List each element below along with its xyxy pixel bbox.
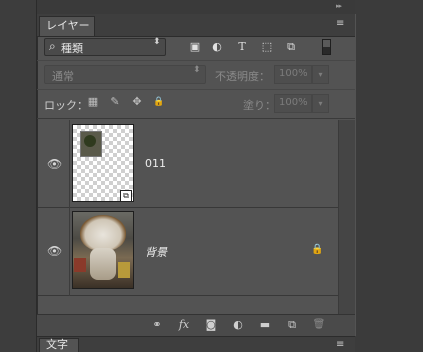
smart-object-badge-icon: ⧉ bbox=[120, 190, 132, 202]
shape-filter-icon[interactable]: ⬚ bbox=[260, 40, 274, 54]
thumbnail-content bbox=[74, 258, 86, 272]
character-panel-tab-bar bbox=[37, 336, 355, 352]
lock-transparent-pixels-icon[interactable]: ▦ bbox=[86, 95, 100, 109]
thumbnail-content bbox=[84, 135, 96, 147]
adjustment-layer-icon[interactable]: ◐ bbox=[231, 318, 245, 332]
lock-all-icon[interactable]: 🔒 bbox=[152, 95, 166, 109]
left-gutter bbox=[0, 0, 36, 352]
layer-style-icon[interactable]: fx bbox=[177, 318, 191, 332]
select-arrows-icon: ⬍ bbox=[153, 37, 161, 47]
type-filter-icon[interactable]: T bbox=[235, 40, 249, 54]
eye-icon[interactable]: 👁 bbox=[47, 158, 62, 170]
collapse-panels-icon[interactable]: ▸▸ bbox=[336, 2, 350, 10]
thumbnail-content bbox=[80, 215, 126, 251]
filter-toggle-knob bbox=[323, 40, 330, 47]
adjustment-filter-icon[interactable]: ◐ bbox=[210, 40, 224, 54]
fill-label: 塗り： bbox=[243, 99, 276, 112]
eye-icon[interactable]: 👁 bbox=[47, 245, 62, 257]
fill-dropdown-button[interactable]: ▾ bbox=[312, 94, 329, 113]
panel-menu-icon[interactable]: ≡ bbox=[336, 339, 344, 350]
thumbnail-content bbox=[118, 262, 130, 278]
add-mask-icon[interactable]: ◙ bbox=[204, 318, 218, 332]
new-layer-icon[interactable]: ⧉ bbox=[285, 318, 299, 332]
divider bbox=[37, 60, 355, 61]
layer-name[interactable]: 背景 bbox=[145, 244, 167, 260]
visibility-toggle-background[interactable]: 👁 bbox=[38, 208, 70, 296]
delete-layer-icon[interactable]: 🗑 bbox=[312, 318, 326, 332]
workspace-background bbox=[355, 0, 423, 352]
opacity-dropdown-button[interactable]: ▾ bbox=[312, 65, 329, 84]
thumbnail-content bbox=[90, 248, 116, 280]
visibility-toggle-011[interactable]: 👁 bbox=[38, 120, 70, 208]
opacity-label: 不透明度： bbox=[215, 70, 270, 83]
layer-list-scrollbar[interactable] bbox=[338, 120, 355, 314]
layer-lock-icon: 🔒 bbox=[311, 244, 324, 255]
lock-position-icon[interactable]: ✥ bbox=[130, 95, 144, 109]
blend-mode-value: 通常 bbox=[52, 70, 74, 83]
divider bbox=[37, 89, 355, 90]
divider bbox=[37, 118, 355, 119]
panel-menu-icon[interactable]: ≡ bbox=[336, 18, 350, 30]
layers-panel-footer bbox=[37, 314, 355, 336]
lock-image-pixels-icon[interactable]: ✎ bbox=[108, 95, 122, 109]
lock-label: ロック： bbox=[44, 99, 88, 112]
search-icon: ⌕ bbox=[49, 39, 56, 53]
tab-character[interactable]: 文字 bbox=[39, 338, 79, 352]
layer-name[interactable]: 011 bbox=[145, 157, 166, 170]
link-layers-icon[interactable]: ⚭ bbox=[150, 318, 164, 332]
layer-filter-label: 種類 bbox=[61, 42, 83, 55]
fill-value: 100% bbox=[279, 97, 308, 108]
smart-object-filter-icon[interactable]: ⧉ bbox=[284, 40, 298, 54]
opacity-value: 100% bbox=[279, 68, 308, 79]
new-group-icon[interactable]: ▬ bbox=[258, 318, 272, 332]
tab-layers[interactable]: レイヤー bbox=[39, 16, 95, 36]
select-arrows-icon: ⬍ bbox=[193, 65, 201, 75]
image-filter-icon[interactable]: ▣ bbox=[188, 40, 202, 54]
